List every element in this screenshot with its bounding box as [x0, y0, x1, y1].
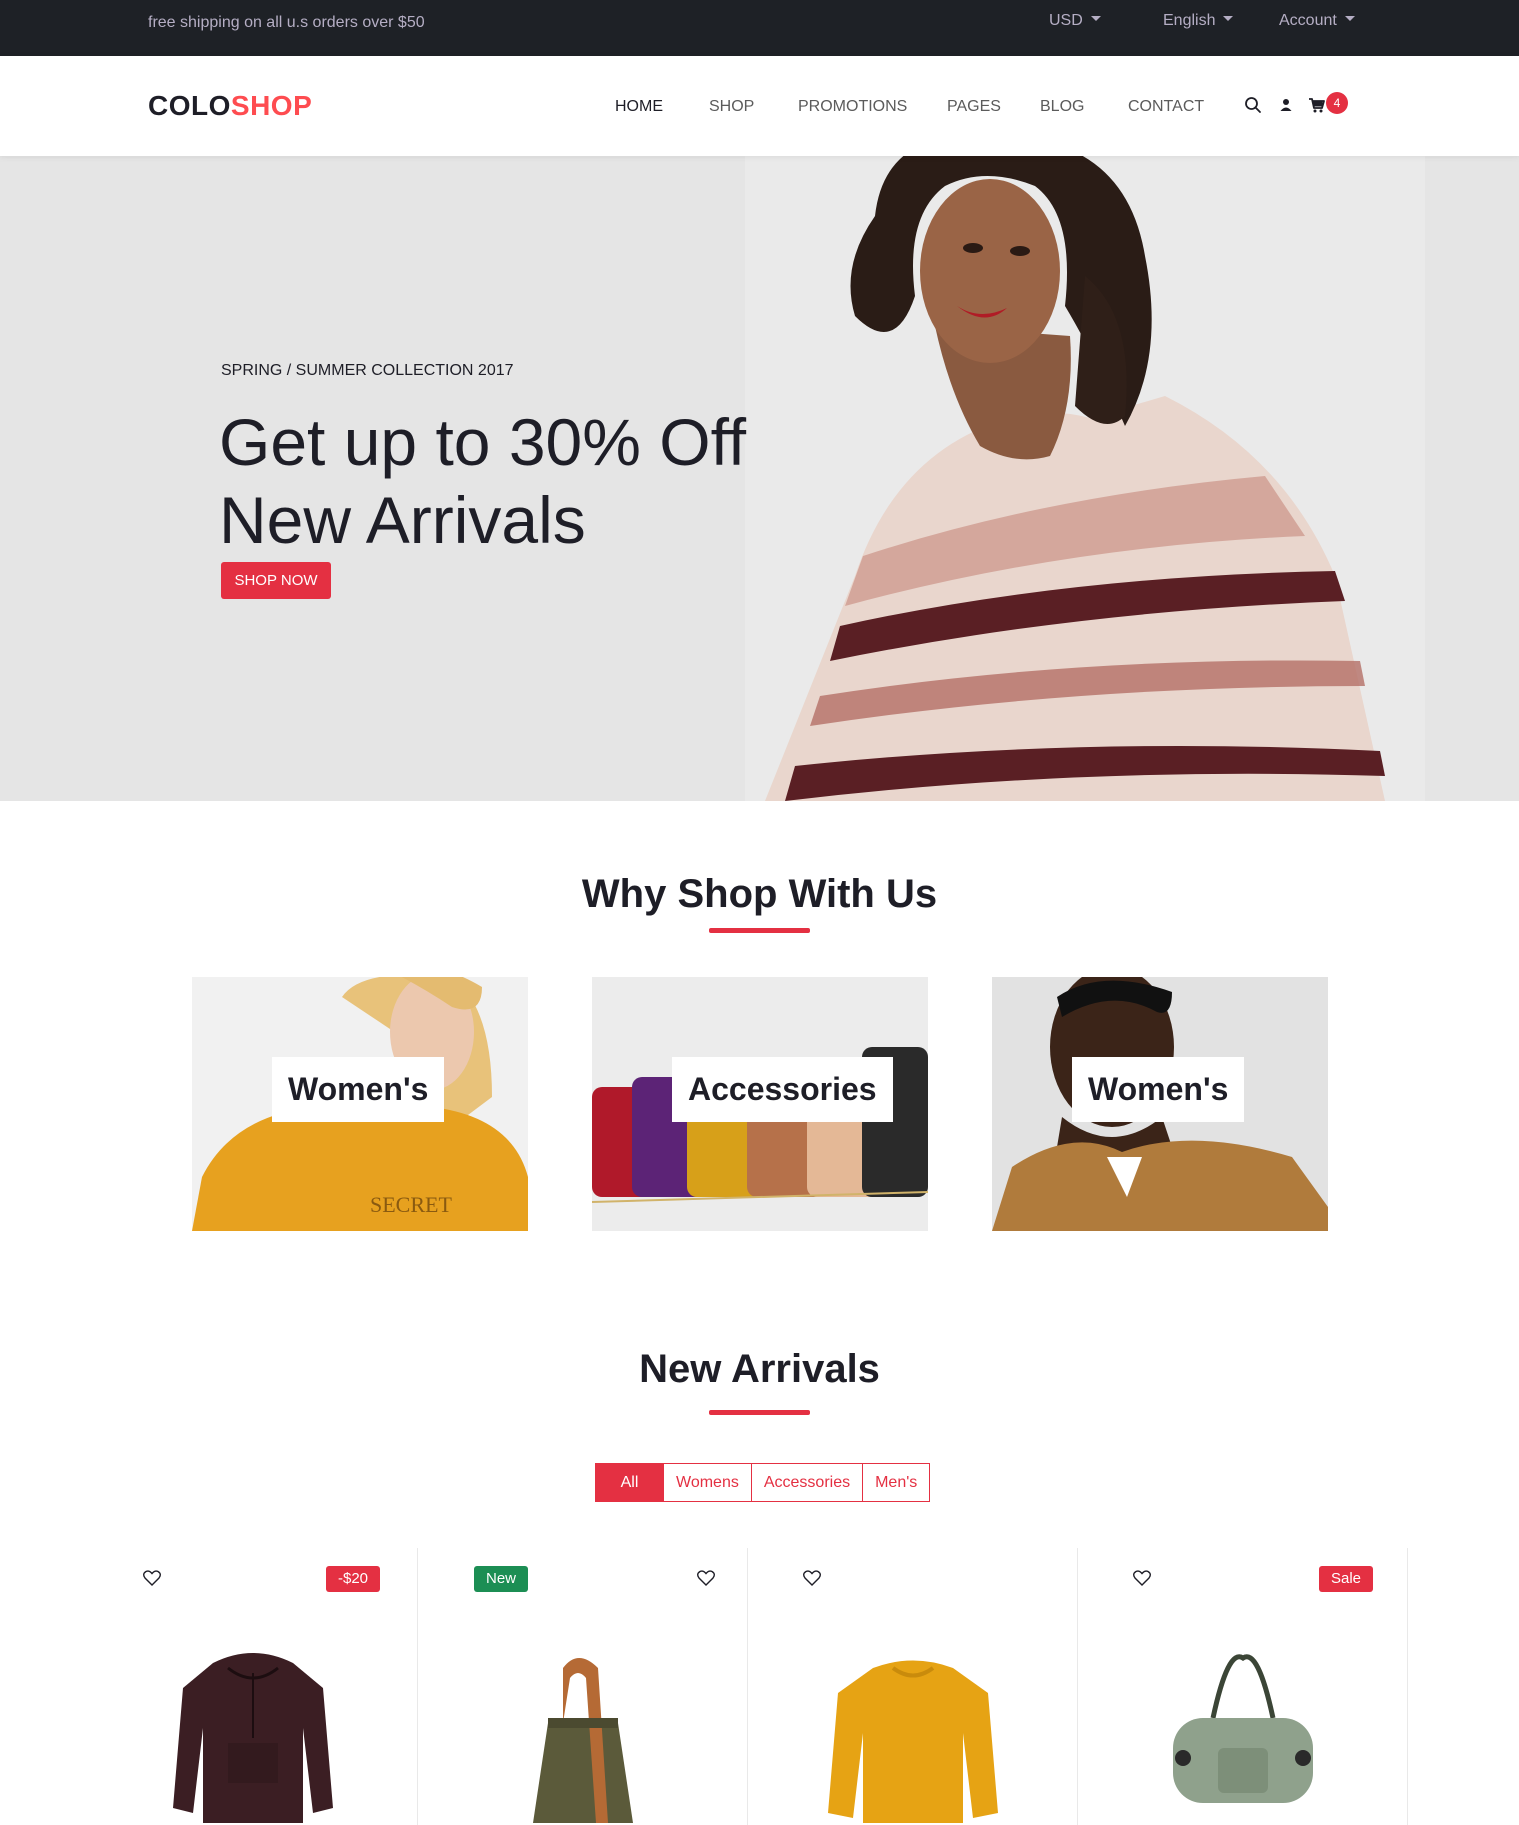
top-bar: free shipping on all u.s orders over $50…: [0, 0, 1519, 56]
cart-icon[interactable]: [1308, 96, 1326, 114]
why-shop-underline: [709, 928, 810, 933]
sweater-print-text: SECRET: [370, 1192, 452, 1217]
currency-label: USD: [1049, 12, 1083, 29]
heart-icon[interactable]: [803, 1570, 821, 1586]
caret-down-icon: [1223, 16, 1234, 22]
new-arrivals-underline: [709, 1410, 810, 1415]
nav-contact[interactable]: CONTACT: [1128, 98, 1204, 116]
heart-icon[interactable]: [697, 1570, 715, 1586]
hero-title-line2: New Arrivals: [219, 483, 586, 557]
hero-model-image: [745, 156, 1425, 801]
caret-down-icon: [1344, 16, 1355, 22]
why-shop-title: Why Shop With Us: [581, 872, 938, 916]
hero-title-line1: Get up to 30% Off: [219, 405, 747, 479]
nav-shop[interactable]: SHOP: [709, 98, 754, 116]
heart-icon[interactable]: [143, 1570, 161, 1586]
banner-label: Accessories: [672, 1057, 893, 1122]
product-tote-bag-image: [533, 1658, 633, 1823]
logo-part-colo: COLO: [148, 90, 231, 121]
language-dropdown[interactable]: English: [1163, 12, 1234, 30]
new-badge: New: [474, 1566, 529, 1592]
banner-accessories[interactable]: Accessories: [592, 977, 928, 1231]
filter-womens[interactable]: Womens: [663, 1464, 751, 1501]
site-logo[interactable]: COLOSHOP: [148, 90, 312, 122]
search-icon[interactable]: [1244, 96, 1262, 114]
account-label: Account: [1279, 12, 1337, 29]
filter-accessories[interactable]: Accessories: [750, 1464, 863, 1501]
nav-home[interactable]: HOME: [615, 98, 663, 116]
hero-slider: SPRING / SUMMER COLLECTION 2017 Get up t…: [0, 156, 1519, 801]
banner-label: Women's: [1072, 1057, 1245, 1122]
product-card[interactable]: -$20: [88, 1548, 418, 1825]
filter-all[interactable]: All: [596, 1464, 663, 1501]
product-filter-tabs: All Womens Accessories Men's: [595, 1463, 931, 1502]
discount-badge: -$20: [326, 1566, 381, 1592]
product-card[interactable]: Sale: [1078, 1548, 1408, 1825]
heart-icon[interactable]: [1133, 1570, 1151, 1586]
banner-mens[interactable]: Women's: [992, 977, 1328, 1231]
user-icon[interactable]: [1277, 96, 1295, 114]
product-duffel-bag-image: [1173, 1654, 1313, 1803]
nav-blog[interactable]: BLOG: [1040, 98, 1084, 116]
caret-down-icon: [1090, 16, 1101, 22]
banner-womens[interactable]: SECRET Women's: [192, 977, 528, 1231]
currency-dropdown[interactable]: USD: [1049, 12, 1101, 30]
cart-count-badge: 4: [1326, 92, 1348, 114]
product-hoodie-image: [173, 1653, 333, 1823]
language-label: English: [1163, 12, 1216, 29]
banner-label: Women's: [272, 1057, 445, 1122]
product-sweater-image: [828, 1660, 998, 1823]
shop-now-button[interactable]: SHOP NOW: [221, 562, 331, 599]
shipping-promo-text: free shipping on all u.s orders over $50: [148, 14, 425, 31]
account-dropdown[interactable]: Account: [1279, 12, 1355, 30]
product-card[interactable]: New: [418, 1548, 748, 1825]
main-header: COLOSHOP HOME SHOP PROMOTIONS PAGES BLOG…: [0, 56, 1519, 156]
logo-part-shop: SHOP: [230, 90, 313, 121]
hero-subtitle: SPRING / SUMMER COLLECTION 2017: [221, 362, 514, 379]
nav-pages[interactable]: PAGES: [947, 98, 1001, 116]
nav-promotions[interactable]: PROMOTIONS: [798, 98, 907, 116]
new-arrivals-title: New Arrivals: [639, 1347, 880, 1391]
filter-mens[interactable]: Men's: [862, 1464, 930, 1501]
product-card[interactable]: [748, 1548, 1078, 1825]
sale-badge: Sale: [1319, 1566, 1374, 1592]
